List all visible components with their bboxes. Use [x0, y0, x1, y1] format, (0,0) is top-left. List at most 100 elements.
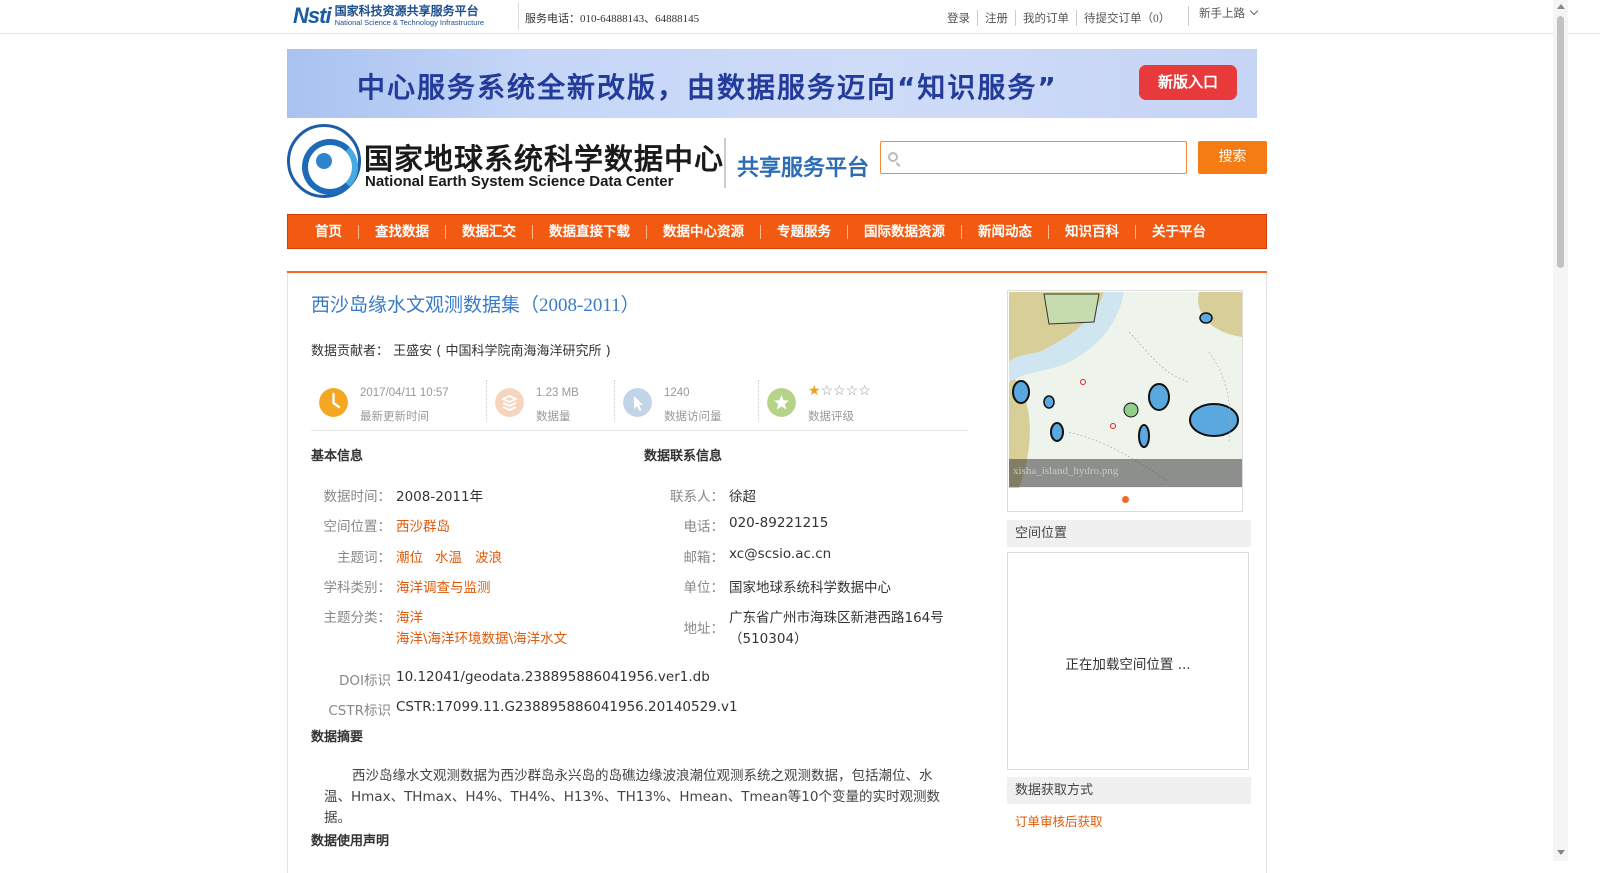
stat-size-label: 数据量 [536, 409, 571, 423]
scroll-up-arrow-icon[interactable] [1557, 4, 1565, 9]
header-divider [724, 138, 726, 188]
contact-person-value: 徐超 [729, 489, 756, 505]
my-orders-link[interactable]: 我的订单 [1015, 10, 1076, 26]
contact-email-value[interactable]: xc@scsio.ac.cn [729, 546, 831, 562]
data-access-header: 数据获取方式 [1007, 777, 1251, 804]
nav-find-data[interactable]: 查找数据 [358, 224, 445, 239]
stat-size-value: 1.23 MB [536, 387, 579, 399]
subject-link[interactable]: 海洋调查与监测 [396, 576, 491, 596]
nsti-brand-en: National Science & Technology Infrastruc… [334, 18, 485, 28]
nav-center-resources[interactable]: 数据中心资源 [646, 224, 760, 239]
contact-address-label: 地址： [683, 621, 725, 637]
nav-international-data[interactable]: 国际数据资源 [847, 224, 961, 239]
category-link-hydrology[interactable]: 海洋\海洋环境数据\海洋水文 [396, 627, 567, 647]
contact-org-label: 单位： [683, 580, 725, 596]
stat-rating: ★☆☆☆☆ 数据评级 [759, 380, 919, 424]
cstr-label: CSTR标识 [328, 703, 391, 719]
contact-org-value: 国家地球系统科学数据中心 [729, 580, 891, 596]
chevron-down-icon [1249, 6, 1259, 16]
contact-info-header: 数据联系信息 [644, 449, 723, 464]
scroll-down-arrow-icon[interactable] [1557, 850, 1565, 855]
contact-person-label: 联系人： [670, 489, 724, 505]
usage-statement-header: 数据使用声明 [311, 834, 390, 849]
data-center-logo-icon[interactable] [287, 124, 361, 198]
newbie-guide-label: 新手上路 [1199, 8, 1245, 20]
basic-info-header: 基本信息 [311, 449, 364, 464]
data-time-label: 数据时间： [323, 489, 392, 505]
stat-size: 1.23 MB 数据量 [487, 380, 612, 424]
page-scrollbar[interactable] [1553, 0, 1568, 861]
contact-phone-label: 电话： [683, 519, 725, 535]
category-label: 主题分类： [323, 610, 392, 626]
data-time-value: 2008-2011年 [396, 489, 484, 505]
keywords-label: 主题词： [337, 550, 391, 566]
main-nav: 首页 查找数据 数据汇交 数据直接下载 数据中心资源 专题服务 国际数据资源 新… [287, 214, 1267, 249]
stat-visits-label: 数据访问量 [664, 409, 722, 423]
cursor-icon [623, 388, 652, 417]
contact-phone-value: 020-89221215 [729, 515, 829, 531]
abstract-text: 西沙岛缘水文观测数据为西沙群岛永兴岛的岛礁边缘波浪潮位观测系统之观测数据，包括潮… [324, 768, 940, 826]
thumbnail-caption: xisha_island_hydro.png [1013, 465, 1119, 477]
stat-rating-label: 数据评级 [808, 409, 854, 423]
nav-knowledge[interactable]: 知识百科 [1048, 224, 1135, 239]
data-contributor: 数据贡献者： 王盛安 ( 中国科学院南海海洋研究所 ) [311, 344, 611, 359]
stat-visits-value: 1240 [664, 387, 690, 399]
preview-carousel[interactable]: xisha_island_hydro.png [1007, 290, 1243, 512]
rating-stars[interactable]: ★☆☆☆☆ [808, 382, 871, 399]
service-phone: 服务电话：010-64888143、64888145 [525, 13, 700, 25]
new-version-entry-button[interactable]: 新版入口 [1139, 65, 1237, 100]
stat-updated-value: 2017/04/11 10:57 [360, 387, 449, 399]
nsti-brand-cn: 国家科技资源共享服务平台 [334, 4, 479, 19]
nav-data-submission[interactable]: 数据汇交 [445, 224, 532, 239]
nsti-logo[interactable]: Nsti 国家科技资源共享服务平台 National Science & Tec… [293, 2, 519, 30]
center-name-cn: 国家地球系统科学数据中心 [364, 142, 725, 176]
doi-label: DOI标识 [338, 673, 391, 689]
dataset-stats: 2017/04/11 10:57 最新更新时间 1.23 MB 数据量 1240… [311, 376, 968, 431]
contact-address-line2: （510304） [729, 631, 808, 647]
keyword-link-wave[interactable]: 波浪 [475, 546, 502, 566]
register-link[interactable]: 注册 [977, 10, 1015, 26]
thumbnail-caption-bar: xisha_island_hydro.png [1009, 459, 1242, 487]
order-review-access-link[interactable]: 订单审核后获取 [1015, 811, 1103, 830]
star-empty-icon[interactable]: ☆ [821, 382, 834, 398]
nav-home[interactable]: 首页 [299, 225, 358, 239]
star-empty-icon[interactable]: ☆ [858, 382, 871, 398]
nav-topic-services[interactable]: 专题服务 [760, 224, 847, 239]
pending-orders-link[interactable]: 待提交订单（0） [1076, 10, 1177, 26]
category-link-ocean[interactable]: 海洋 [396, 606, 423, 626]
search-icon [888, 152, 898, 162]
carousel-dot-active[interactable] [1122, 496, 1129, 503]
platform-label: 共享服务平台 [737, 156, 870, 181]
star-badge-icon [767, 388, 796, 417]
top-bar: Nsti 国家科技资源共享服务平台 National Science & Tec… [0, 0, 1600, 34]
stat-visits: 1240 数据访问量 [615, 380, 755, 424]
contact-address-line1: 广东省广州市海珠区新港西路164号 [729, 610, 944, 626]
keyword-link-tide[interactable]: 潮位 [396, 546, 423, 566]
scrollbar-thumb[interactable] [1557, 16, 1564, 268]
star-empty-icon[interactable]: ☆ [846, 382, 859, 398]
clock-icon [319, 388, 348, 417]
login-link[interactable]: 登录 [940, 10, 977, 26]
search-box [880, 141, 1187, 174]
promo-banner[interactable]: 中心服务系统全新改版，由数据服务迈向“知识服务” 新版入口 [287, 49, 1257, 118]
spatial-link[interactable]: 西沙群岛 [396, 515, 450, 535]
star-filled-icon[interactable]: ★ [808, 382, 821, 398]
newbie-guide-dropdown[interactable]: 新手上路 [1188, 6, 1259, 26]
stat-updated-label: 最新更新时间 [360, 409, 429, 423]
spatial-label: 空间位置： [323, 519, 392, 535]
nav-direct-download[interactable]: 数据直接下载 [532, 224, 646, 239]
spatial-map-panel[interactable]: 正在加载空间位置 ... [1007, 552, 1249, 770]
nav-about[interactable]: 关于平台 [1135, 224, 1222, 239]
banner-text: 中心服务系统全新改版，由数据服务迈向“知识服务” [357, 71, 1058, 104]
search-button[interactable]: 搜索 [1198, 141, 1267, 174]
nav-news[interactable]: 新闻动态 [961, 224, 1048, 239]
dataset-title: 西沙岛缘水文观测数据集（2008-2011） [311, 295, 640, 316]
nsti-logo-mark: Nsti [293, 3, 332, 28]
star-empty-icon[interactable]: ☆ [833, 382, 846, 398]
search-input[interactable] [903, 144, 1183, 171]
abstract-header: 数据摘要 [311, 730, 364, 745]
stat-updated: 2017/04/11 10:57 最新更新时间 [311, 380, 481, 424]
keyword-link-water-temp[interactable]: 水温 [435, 546, 462, 566]
cstr-value: CSTR:17099.11.G238895886041956.20140529.… [396, 699, 738, 715]
spatial-loading-text: 正在加载空间位置 ... [1065, 657, 1191, 673]
